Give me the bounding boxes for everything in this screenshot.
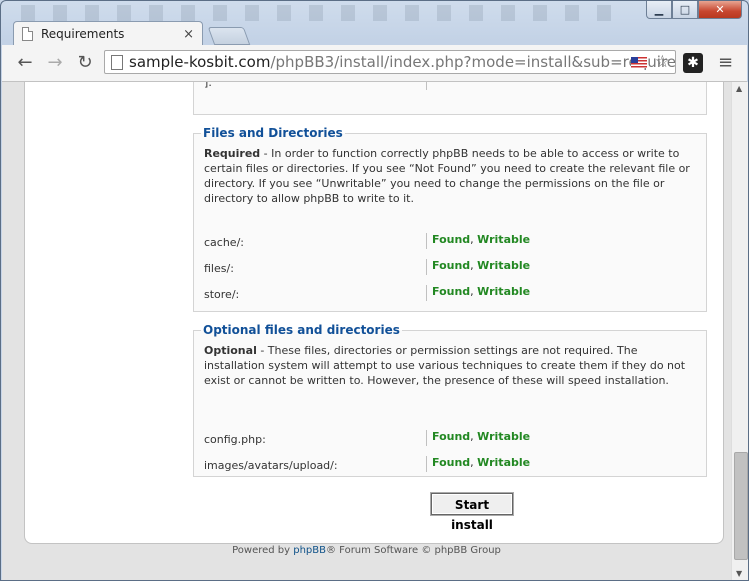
back-arrow-icon[interactable]: ← [14,52,36,74]
tab-requirements[interactable]: Requirements × [13,21,203,46]
footer-suffix: ® Forum Software © phpBB Group [326,545,501,556]
maximize-button[interactable]: □ [672,1,698,19]
divider [426,285,427,301]
status-writable: Writable [477,233,531,246]
required-label: Required [204,147,261,160]
scroll-thumb[interactable] [734,452,748,560]
files-description-text: - In order to function correctly phpBB n… [204,147,690,205]
item-status: Found, Writable [432,285,530,298]
scroll-down-icon[interactable]: ▼ [736,569,742,578]
close-window-button[interactable]: ✕ [698,1,742,19]
item-label: config.php: [204,433,266,446]
menu-icon[interactable]: ≡ [718,53,733,73]
status-writable: Writable [477,456,531,469]
status-found: Found [432,285,471,298]
browser-window: ▁ □ ✕ Requirements × ← → ↻ sample-kosbit… [0,0,749,581]
footer-prefix: Powered by [232,545,294,556]
optional-files-legend: Optional files and directories [203,323,400,337]
minimize-button[interactable]: ▁ [646,1,672,19]
optional-files-fieldset: Optional files and directories Optional … [193,323,707,477]
divider [426,430,427,446]
item-label: images/avatars/upload/: [204,459,338,472]
vertical-scrollbar[interactable]: ▲ ▼ [731,82,748,580]
phpbb-link[interactable]: phpBB [293,545,326,556]
page-viewport: ]: Files and Directories Required - In o… [2,82,731,580]
url-host: sample-kosbit.com [129,53,271,71]
page-icon [111,55,123,70]
content-panel: ]: Files and Directories Required - In o… [24,82,724,544]
page-footer: Powered by phpBB® Forum Software © phpBB… [2,545,731,556]
tab-title: Requirements [41,27,125,41]
start-install-button[interactable]: Start install [431,493,513,532]
item-label: files/: [204,262,234,275]
status-writable: Writable [477,285,531,298]
divider [426,259,427,275]
status-found: Found [432,430,471,443]
top-row-label: ]: [204,82,212,89]
optional-description-text: - These files, directories or permission… [204,344,686,387]
browser-toolbar: ← → ↻ sample-kosbit.com/phpBB3/install/i… [2,45,747,82]
files-directories-fieldset: Files and Directories Required - In orde… [193,126,707,312]
tab-close-icon[interactable]: × [183,27,194,42]
title-bar-background [21,5,621,21]
us-flag-icon[interactable] [631,57,647,68]
status-found: Found [432,259,471,272]
divider [426,233,427,249]
item-status: Found, Writable [432,233,530,246]
new-tab-button[interactable] [207,27,251,45]
optional-label: Optional [204,344,257,357]
url-path: /phpBB3/install/index.php?mode=install&s… [270,53,676,71]
forward-arrow-icon[interactable]: → [44,52,66,74]
bookmark-star-icon[interactable]: ☆ [655,51,670,73]
item-status: Found, Writable [432,456,530,469]
page-icon [22,27,33,41]
status-writable: Writable [477,430,531,443]
files-directories-legend: Files and Directories [203,126,343,140]
divider [426,456,427,472]
divider [426,82,427,90]
reload-icon[interactable]: ↻ [74,52,96,74]
item-status: Found, Writable [432,430,530,443]
address-bar[interactable]: sample-kosbit.com/phpBB3/install/index.p… [104,50,676,74]
status-writable: Writable [477,259,531,272]
optional-description: Optional - These files, directories or p… [194,343,706,388]
status-found: Found [432,456,471,469]
files-description: Required - In order to function correctl… [194,146,706,206]
item-label: store/: [204,288,240,301]
scroll-up-icon[interactable]: ▲ [736,84,742,93]
status-found: Found [432,233,471,246]
window-controls: ▁ □ ✕ [646,1,742,19]
extension-icon[interactable]: ✱ [683,53,703,73]
item-label: cache/: [204,236,244,249]
previous-fieldset: ]: [193,82,707,115]
item-status: Found, Writable [432,259,530,272]
